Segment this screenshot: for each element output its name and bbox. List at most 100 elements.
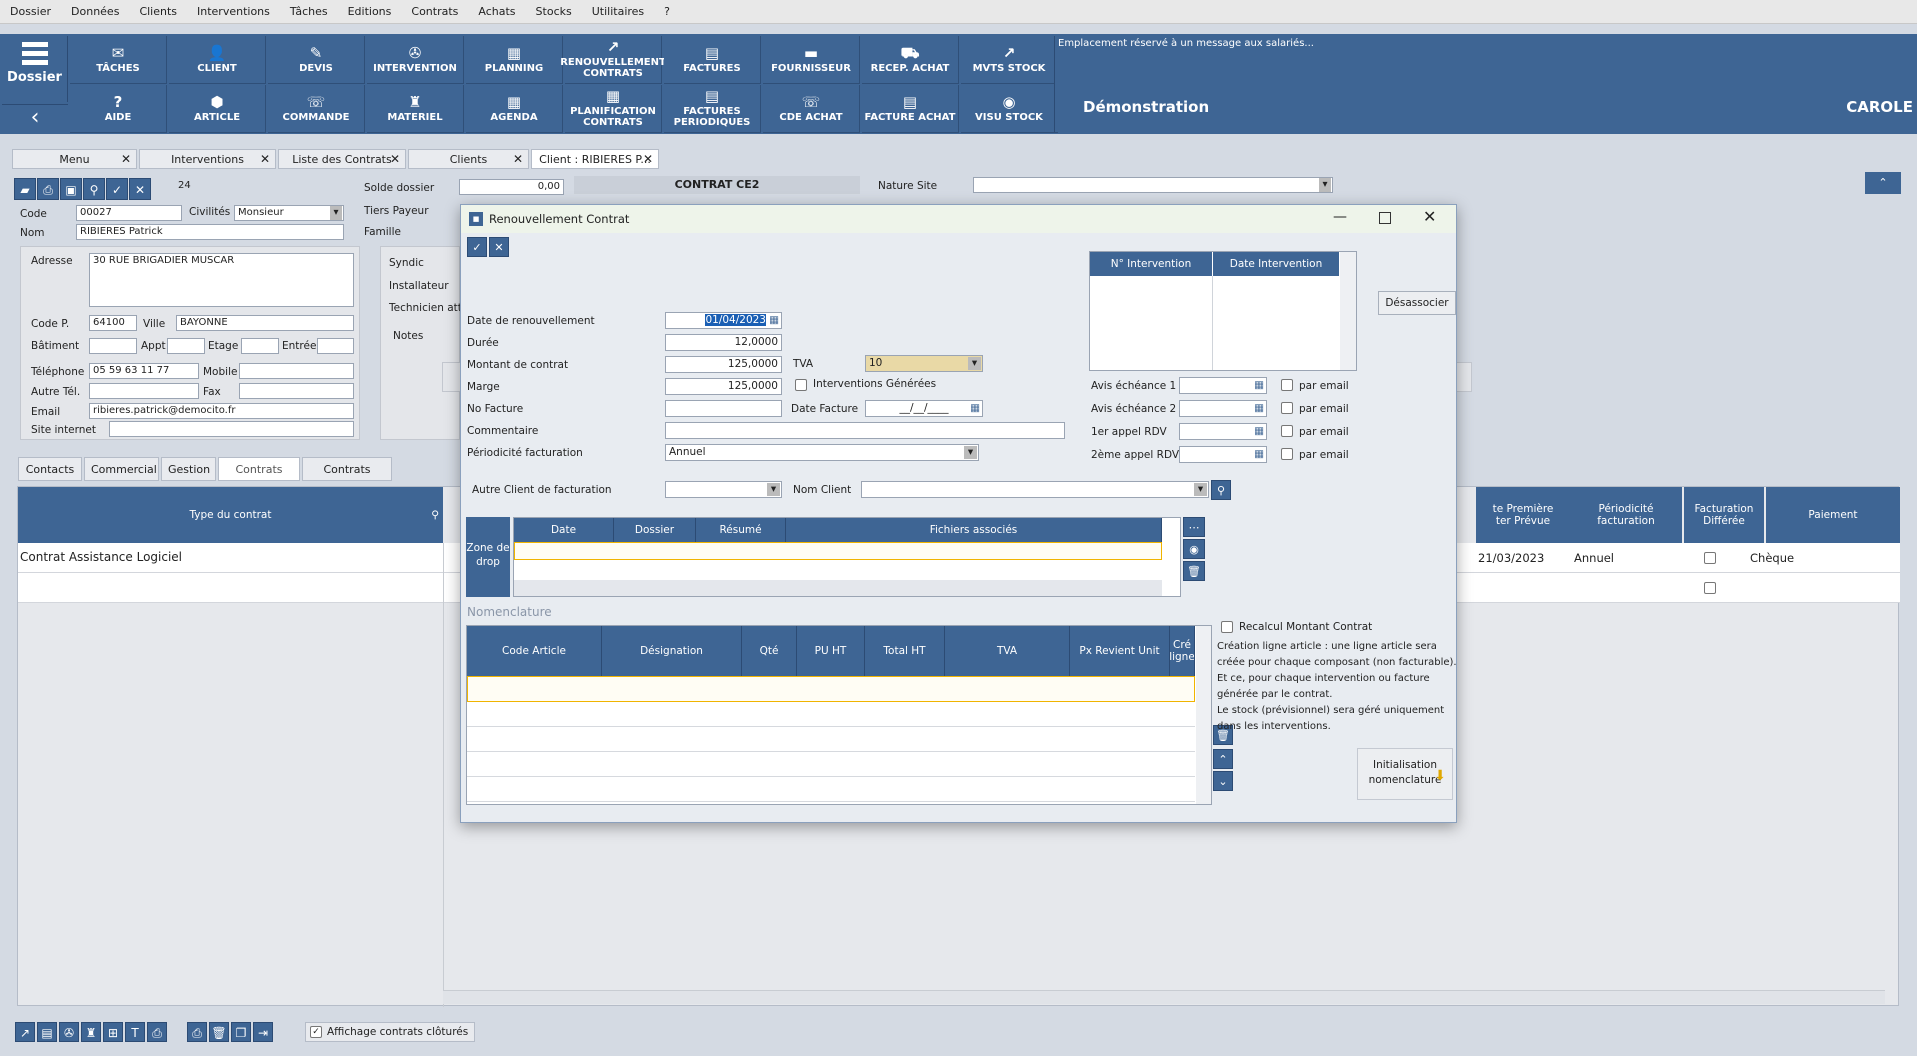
nom-field[interactable]: RIBIERES Patrick bbox=[76, 224, 344, 240]
civilite-select[interactable]: Monsieur ▾ bbox=[234, 205, 344, 221]
no-facture-field[interactable] bbox=[665, 400, 782, 417]
collapse-up-icon[interactable]: ⌃ bbox=[1865, 172, 1901, 194]
appel1-email-checkbox[interactable] bbox=[1281, 425, 1293, 437]
table-row[interactable] bbox=[514, 542, 1162, 560]
minimize-icon[interactable]: — bbox=[1333, 209, 1347, 225]
subtab-0[interactable]: Contacts bbox=[18, 457, 82, 481]
close-icon[interactable]: ✕ bbox=[513, 150, 523, 169]
appel-2-field[interactable]: ▦ bbox=[1179, 446, 1267, 463]
etage-field[interactable] bbox=[241, 338, 279, 354]
cancel-button[interactable]: ✕ bbox=[489, 237, 509, 257]
email-field[interactable]: ribieres.patrick@democito.fr bbox=[89, 403, 354, 419]
close-icon[interactable]: ✕ bbox=[643, 150, 653, 169]
toolbar-button-row1-4[interactable]: ▦ PLANNING bbox=[466, 36, 563, 84]
toolbar-button-row2-6[interactable]: ▤ FACTURES PERIODIQUES bbox=[664, 85, 761, 133]
menu-item-2[interactable]: Clients bbox=[129, 0, 187, 24]
move-down-icon[interactable]: ⌄ bbox=[1213, 771, 1233, 791]
montant-field[interactable]: 125,0000 bbox=[665, 356, 782, 373]
site-internet-field[interactable] bbox=[109, 421, 354, 437]
menu-item-8[interactable]: Stocks bbox=[526, 0, 582, 24]
duree-field[interactable]: 12,0000 bbox=[665, 334, 782, 351]
back-arrow-icon[interactable]: ‹ bbox=[2, 104, 68, 132]
print-icon[interactable]: ⎙ bbox=[147, 1022, 167, 1042]
close-icon[interactable]: ✕ bbox=[390, 150, 400, 169]
tab-2[interactable]: Liste des Contrats ✕ bbox=[278, 149, 406, 169]
vertical-scrollbar[interactable] bbox=[1196, 626, 1211, 804]
cancel-icon[interactable]: ✕ bbox=[129, 178, 151, 200]
tab-0[interactable]: Menu ✕ bbox=[12, 149, 137, 169]
trash-icon[interactable]: 🗑 bbox=[1183, 561, 1205, 581]
calendar-icon[interactable]: ▦ bbox=[1254, 447, 1264, 462]
horizontal-scrollbar[interactable] bbox=[443, 990, 1885, 1004]
renew-icon[interactable]: ↗ bbox=[15, 1022, 35, 1042]
nom-col-3[interactable]: PU HT bbox=[797, 626, 865, 676]
maximize-icon[interactable] bbox=[1379, 212, 1391, 224]
menu-item-9[interactable]: Utilitaires bbox=[582, 0, 654, 24]
toolbar-button-row1-7[interactable]: ▬ FOURNISSEUR bbox=[763, 36, 860, 84]
nom-col-0[interactable]: Code Article bbox=[467, 626, 602, 676]
nom-col-5[interactable]: TVA bbox=[945, 626, 1070, 676]
date-facture-field[interactable]: __/__/____ ▦ bbox=[865, 400, 983, 417]
subtab-2[interactable]: Gestion bbox=[161, 457, 216, 481]
print-icon[interactable]: ⎙ bbox=[187, 1022, 207, 1042]
toolbar-button-row1-0[interactable]: ✉ TÂCHES bbox=[70, 36, 167, 84]
network-icon[interactable]: ⊞ bbox=[103, 1022, 123, 1042]
autre-tel-field[interactable] bbox=[89, 383, 199, 399]
close-icon[interactable]: ✕ bbox=[1423, 207, 1436, 226]
autre-client-select[interactable]: ▾ bbox=[665, 481, 782, 498]
toolbar-button-row2-4[interactable]: ▦ AGENDA bbox=[466, 85, 563, 133]
toolbar-button-row2-5[interactable]: ▦ PLANIFICATION CONTRATS bbox=[565, 85, 662, 133]
menu-item-5[interactable]: Editions bbox=[338, 0, 402, 24]
subtab-3[interactable]: Contrats indiv bbox=[218, 457, 300, 499]
subtab-4[interactable]: Contrats Groupe bbox=[302, 457, 392, 499]
search-client-button[interactable]: ⚲ bbox=[1211, 480, 1231, 500]
files-col-0[interactable]: Date bbox=[514, 518, 614, 542]
appel-1-field[interactable]: ▦ bbox=[1179, 423, 1267, 440]
telephone-field[interactable]: 05 59 63 11 77 bbox=[89, 363, 199, 379]
nom-col-6[interactable]: Px Revient Unit bbox=[1070, 626, 1170, 676]
mobile-field[interactable] bbox=[239, 363, 354, 379]
files-col-2[interactable]: Résumé bbox=[696, 518, 786, 542]
toolbar-button-row2-0[interactable]: ? AIDE bbox=[70, 85, 167, 133]
nom-col-2[interactable]: Qté bbox=[742, 626, 797, 676]
cp-field[interactable]: 64100 bbox=[89, 315, 137, 331]
tab-3[interactable]: Clients ✕ bbox=[408, 149, 529, 169]
calendar-icon[interactable]: ▦ bbox=[1254, 401, 1264, 416]
marge-field[interactable]: 125,0000 bbox=[665, 378, 782, 395]
solde-field[interactable]: 0,00 bbox=[459, 179, 564, 195]
drop-zone[interactable]: Zone de drop bbox=[466, 517, 510, 597]
toolbar-button-row2-9[interactable]: ◉ VISU STOCK bbox=[961, 85, 1058, 133]
date-renouvellement-field[interactable]: 01/04/2023 ▦ bbox=[665, 312, 782, 329]
menu-item-0[interactable]: Dossier bbox=[0, 0, 61, 24]
robot-icon[interactable]: ♜ bbox=[81, 1022, 101, 1042]
col-premiere-date[interactable]: te Première ter Prévue bbox=[1476, 487, 1570, 543]
avis-echeance-1-field[interactable]: ▦ bbox=[1179, 377, 1267, 394]
pin-icon[interactable]: ⚲ bbox=[83, 178, 105, 200]
appel2-email-checkbox[interactable] bbox=[1281, 448, 1293, 460]
avis2-email-checkbox[interactable] bbox=[1281, 402, 1293, 414]
copy-icon[interactable]: ❐ bbox=[231, 1022, 251, 1042]
code-field[interactable]: 00027 bbox=[76, 205, 182, 221]
fax-field[interactable] bbox=[239, 383, 354, 399]
subtab-1[interactable]: Commercial bbox=[84, 457, 159, 481]
toolbar-button-row1-3[interactable]: ✇ INTERVENTION bbox=[367, 36, 464, 84]
toolbar-button-row2-3[interactable]: ♜ MATERIEL bbox=[367, 85, 464, 133]
tva-select[interactable]: 10 ▾ bbox=[865, 355, 983, 372]
calendar-icon[interactable]: ▦ bbox=[1254, 378, 1264, 393]
toolbar-button-row1-9[interactable]: ↗ MVTS STOCK bbox=[961, 36, 1058, 84]
toolbar-button-row2-8[interactable]: ▤ FACTURE ACHAT bbox=[862, 85, 959, 133]
menu-item-1[interactable]: Données bbox=[61, 0, 129, 24]
calendar-icon[interactable]: ▦ bbox=[769, 313, 779, 328]
ville-field[interactable]: BAYONNE bbox=[176, 315, 354, 331]
tab-4[interactable]: Client : RIBIERES P... ✕ bbox=[531, 149, 659, 169]
close-icon[interactable]: ✕ bbox=[260, 150, 270, 169]
files-col-3[interactable]: Fichiers associés bbox=[786, 518, 1162, 542]
transfer-icon[interactable]: ⇥ bbox=[253, 1022, 273, 1042]
nom-col-1[interactable]: Désignation bbox=[602, 626, 742, 676]
toolbar-button-row2-1[interactable]: ⬢ ARTICLE bbox=[169, 85, 266, 133]
nom-col-7[interactable]: Cré ligne bbox=[1170, 626, 1195, 676]
nom-col-4[interactable]: Total HT bbox=[865, 626, 945, 676]
menu-item-3[interactable]: Interventions bbox=[187, 0, 280, 24]
col-paiement[interactable]: Paiement bbox=[1766, 487, 1900, 543]
checkbox-checked[interactable]: ✓ bbox=[310, 1026, 322, 1038]
